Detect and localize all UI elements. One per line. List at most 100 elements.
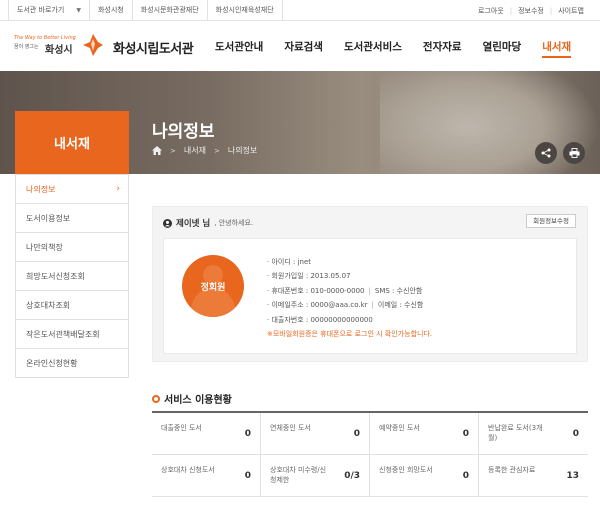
sidebar-item-bookshelf[interactable]: 나만의책장 — [16, 232, 128, 261]
sidebar-item-my-info[interactable]: 나의정보 › — [16, 174, 128, 203]
profile-panel: 제이넷 님 , 안녕하세요. 회원정보수정 정회원 · 아이디 : jnet ·… — [152, 206, 588, 362]
link-talent-foundation-label: 화성시인재육성재단 — [215, 6, 274, 14]
profile-card: 정회원 · 아이디 : jnet · 회원가입일 : 2013.05.07 · … — [163, 238, 577, 354]
logo-city: 화성시 — [45, 45, 73, 56]
service-status-heading: 서비스 이용현황 — [152, 391, 232, 406]
breadcrumb-separator-icon: > — [170, 146, 176, 155]
main-nav: 도서관안내 자료검색 도서관서비스 전자자료 열린마당 내서재 — [215, 39, 592, 58]
sidebar-item-interlibrary-loan[interactable]: 상호대차조회 — [16, 290, 128, 319]
nav-search[interactable]: 자료검색 — [284, 39, 323, 58]
sidebar-item-usage-info[interactable]: 도서이용정보 — [16, 203, 128, 232]
user-id-row: · 아이디 : jnet — [267, 258, 312, 266]
email-value: · 이메일주소 : 0000@aaa.co.kr — [267, 301, 368, 310]
logo-slogan-sub: 꿈이 영그는 — [14, 44, 39, 50]
print-button[interactable] — [563, 142, 585, 164]
stat-label: 등록한 관심자료 — [488, 466, 536, 474]
share-icon — [541, 148, 551, 158]
stat-returned[interactable]: 반납완료 도서(3개월) 0 — [479, 413, 588, 455]
sidebar-item-small-library-delivery[interactable]: 작은도서관책배달조회 — [16, 319, 128, 348]
nav-open-forum[interactable]: 열린마당 — [483, 39, 522, 58]
sitemap-link[interactable]: 사이트맵 — [552, 6, 590, 16]
email-row: · 이메일주소 : 0000@aaa.co.kr | 이메일 : 수신함 — [267, 298, 432, 312]
breadcrumb-current: 나의정보 — [227, 146, 258, 155]
stat-label: 신청중인 희망도서 — [379, 466, 433, 474]
stat-interlibrary-requests[interactable]: 상호대차 신청도서 0 — [152, 455, 261, 497]
sidebar-item-label: 희망도서신청조회 — [26, 272, 85, 281]
sidebar-item-label: 작은도서관책배달조회 — [26, 330, 100, 339]
stat-value: 0/3 — [344, 471, 360, 481]
mobile-card-notice: ※모바일회원증은 휴대폰으로 로그인 시 확인가능합니다. — [267, 329, 433, 338]
sidebar-item-label: 나의정보 — [26, 185, 56, 194]
link-culture-foundation-label: 화성시문화관광재단 — [140, 6, 199, 14]
stat-value: 0 — [462, 429, 469, 439]
membership-badge: 정회원 — [182, 255, 244, 317]
stat-label: 반납완료 도서(3개월) — [488, 424, 543, 442]
member-info-list: · 아이디 : jnet · 회원가입일 : 2013.05.07 · 휴대폰번… — [267, 255, 432, 341]
stat-label: 상호대차 미수령/신청제한 — [270, 466, 327, 484]
site-logo[interactable]: The Way to Better Living 꿈이 영그는 화성시 화성시립… — [12, 31, 194, 61]
chevron-down-icon: ▼ — [76, 7, 81, 14]
phone-value: · 휴대폰번호 : 010-0000-0000 — [267, 286, 365, 295]
bullet-icon — [152, 394, 160, 403]
printer-icon — [569, 148, 579, 158]
stat-favorites[interactable]: 등록한 관심자료 13 — [479, 455, 588, 497]
library-shortcut-label: 도서관 바로가기 — [17, 6, 65, 14]
page-title: 나의정보 — [152, 122, 215, 142]
stat-label: 예약중인 도서 — [379, 424, 420, 432]
nav-services[interactable]: 도서관서비스 — [344, 39, 402, 58]
stat-reservations[interactable]: 예약중인 도서 0 — [370, 413, 479, 455]
stat-wish-books[interactable]: 신청중인 희망도서 0 — [370, 455, 479, 497]
link-city-hall[interactable]: 화성시청 — [90, 0, 133, 21]
chevron-right-icon: › — [116, 184, 120, 194]
stat-overdue[interactable]: 연체중인 도서 0 — [261, 413, 370, 455]
stat-value: 0 — [462, 471, 469, 481]
link-talent-foundation[interactable]: 화성시인재육성재단 — [208, 0, 283, 21]
nav-e-resources[interactable]: 전자자료 — [423, 39, 462, 58]
site-header: The Way to Better Living 꿈이 영그는 화성시 화성시립… — [0, 21, 600, 71]
stat-interlibrary-unreceived[interactable]: 상호대차 미수령/신청제한 0/3 — [261, 455, 370, 497]
sidebar-menu: 나의정보 › 도서이용정보 나만의책장 희망도서신청조회 상호대차조회 작은도서… — [15, 174, 129, 378]
divider: | — [368, 286, 371, 295]
stat-label: 상호대차 신청도서 — [161, 466, 215, 474]
stat-label: 연체중인 도서 — [270, 424, 311, 432]
divider: | — [371, 301, 374, 310]
stat-value: 0 — [353, 429, 360, 439]
nav-my-library[interactable]: 내서재 — [542, 39, 572, 58]
phone-row: · 휴대폰번호 : 010-0000-0000 | SMS : 수신안함 — [267, 284, 432, 298]
account-links: 로그아웃 | 정보수정 | 사이트맵 — [472, 0, 590, 21]
stat-value: 0 — [244, 429, 251, 439]
sidebar-title: 내서재 — [15, 111, 129, 174]
top-utility-bar: 도서관 바로가기 ▼ 화성시청 화성시문화관광재단 화성시인재육성재단 로그아웃… — [0, 0, 600, 21]
sms-status: SMS : 수신안함 — [374, 286, 423, 295]
logout-link[interactable]: 로그아웃 — [472, 6, 510, 16]
family-site-links: 도서관 바로가기 ▼ 화성시청 화성시문화관광재단 화성시인재육성재단 — [8, 0, 283, 21]
breadcrumb-my-library[interactable]: 내서재 — [184, 145, 206, 156]
nav-library-info[interactable]: 도서관안내 — [215, 39, 263, 58]
stat-loans[interactable]: 대출중인 도서 0 — [152, 413, 261, 455]
logo-mark-icon — [83, 34, 103, 56]
link-city-hall-label: 화성시청 — [97, 6, 124, 14]
library-shortcut-select[interactable]: 도서관 바로가기 ▼ — [8, 0, 90, 21]
user-icon — [163, 218, 172, 228]
stat-value: 0 — [572, 429, 579, 439]
user-name: 제이넷 님 — [176, 219, 211, 229]
user-greeting: 제이넷 님 , 안녕하세요. — [163, 217, 253, 229]
membership-label: 정회원 — [200, 282, 226, 293]
stat-value: 0 — [244, 471, 251, 481]
service-status-grid: 대출중인 도서 0 연체중인 도서 0 예약중인 도서 0 반납완료 도서(3개월) 0… — [152, 411, 588, 497]
stat-label: 대출중인 도서 — [161, 424, 202, 432]
sidebar-item-wish-books[interactable]: 희망도서신청조회 — [16, 261, 128, 290]
library-name: 화성시립도서관 — [113, 42, 194, 57]
sidebar-item-online-requests[interactable]: 온라인신청현황 — [16, 348, 128, 377]
breadcrumb: > 내서재 > 나의정보 — [152, 145, 257, 156]
home-icon[interactable] — [152, 146, 162, 155]
share-button[interactable] — [535, 142, 557, 164]
edit-info-link[interactable]: 정보수정 — [512, 6, 550, 16]
sidebar-item-label: 상호대차조회 — [26, 301, 71, 310]
stat-value: 13 — [566, 471, 579, 481]
edit-profile-button[interactable]: 회원정보수정 — [526, 214, 576, 228]
breadcrumb-separator-icon: > — [213, 146, 220, 155]
link-culture-foundation[interactable]: 화성시문화관광재단 — [133, 0, 208, 21]
greeting-text: , 안녕하세요. — [214, 219, 254, 227]
email-status: 이메일 : 수신함 — [377, 301, 424, 310]
